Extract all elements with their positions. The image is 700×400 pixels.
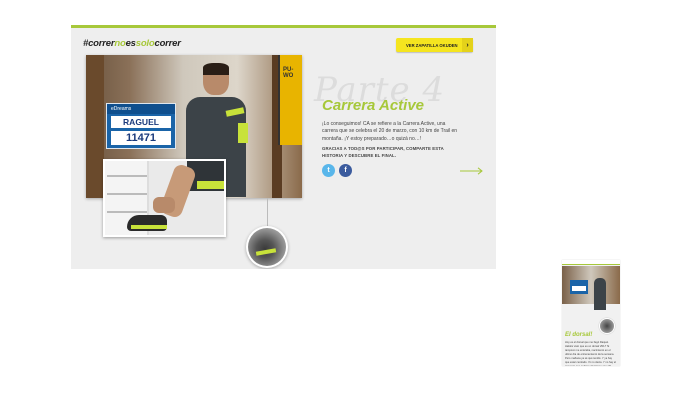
facebook-icon[interactable]: f [339,164,352,177]
shoe-detail-image [248,228,286,266]
mobile-topbar [562,260,620,265]
view-shoe-button[interactable]: VER ZAPATILLA OKUDEN › [396,38,473,52]
mobile-preview: El dorsal! Hoy es el dorsal que me llegó… [562,260,620,366]
chevron-right-icon: › [462,38,473,52]
hashtag-part: #correr [83,38,115,49]
twitter-icon[interactable]: t [322,164,335,177]
mobile-body: Hoy es el dorsal que me llegó Raquel. Ha… [565,341,616,366]
door-frame [86,55,104,198]
share-prompt: GRACIAS A TOD@S POR PARTICIPAR, COMPARTE… [322,146,444,159]
hand [153,197,175,213]
hashtag-highlight: solo [135,38,155,49]
shorts-accent [197,181,224,189]
section-body: ¡Lo conseguimos! CA se refiere a la Carr… [322,121,458,142]
hashtag-logo: #corrernoessolocorrer [83,38,181,49]
poster-text: PU-WO [283,67,294,79]
inset-photo [103,159,226,237]
runner-hair [203,63,229,75]
arm-band [238,123,248,143]
hashtag-highlight: no [114,38,126,49]
mobile-runner [594,278,606,310]
bib-number: 11471 [111,131,171,145]
mobile-bib [570,280,588,294]
hashtag-part: es [125,38,136,49]
social-buttons: t f [322,164,352,177]
view-shoe-label: VER ZAPATILLA OKUDEN [406,42,458,48]
race-bib: eDreams RAGUEL 11471 [106,103,176,149]
arrow-right-icon[interactable] [460,167,484,175]
wall-poster: PU-WO [278,55,302,145]
bib-brand: eDreams [107,104,175,114]
mobile-thumbnail[interactable] [599,318,615,334]
hashtag-part: correr [154,38,181,49]
connector-line [267,198,268,226]
shoe-detail-thumbnail[interactable] [246,226,288,268]
section-title: Carrera Active [322,97,425,114]
desktop-preview: #corrernoessolocorrer VER ZAPATILLA OKUD… [71,25,496,269]
mobile-photo [562,266,620,310]
shoe-sole [131,225,167,229]
mobile-title: El dorsal! [565,332,593,338]
bib-name: RAGUEL [111,116,171,128]
